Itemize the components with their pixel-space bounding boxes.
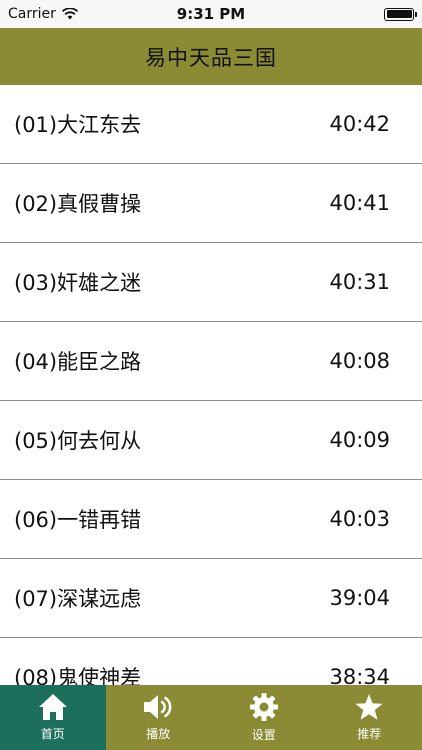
list-item[interactable]: (05)何去何从 40:09 [0, 401, 422, 480]
list-item[interactable]: (08)鬼使神差 38:34 [0, 638, 422, 685]
star-icon [355, 694, 383, 720]
wifi-icon [61, 8, 78, 20]
episode-duration: 39:04 [329, 586, 390, 610]
carrier-label: Carrier [8, 6, 56, 22]
speaker-icon [144, 695, 172, 719]
episode-title: (07)深谋远虑 [14, 587, 142, 611]
gear-icon [249, 693, 278, 721]
episode-title: (02)真假曹操 [14, 192, 142, 216]
list-item[interactable]: (04)能臣之路 40:08 [0, 322, 422, 401]
episode-duration: 40:03 [329, 507, 390, 531]
tab-label: 首页 [40, 727, 65, 741]
episode-title: (05)何去何从 [14, 429, 142, 453]
tab-home[interactable]: 首页 [0, 685, 106, 750]
status-bar: Carrier 9:31 PM [0, 0, 422, 28]
nav-bar: 易中天品三国 [0, 28, 422, 85]
episode-title: (08)鬼使神差 [14, 666, 142, 685]
list-item[interactable]: (03)奸雄之迷 40:31 [0, 243, 422, 322]
episode-duration: 40:09 [329, 428, 390, 452]
episode-title: (03)奸雄之迷 [14, 271, 142, 295]
episode-duration: 40:42 [329, 112, 390, 136]
tab-play[interactable]: 播放 [106, 685, 212, 750]
episode-title: (04)能臣之路 [14, 350, 142, 374]
episode-duration: 38:34 [329, 665, 390, 685]
list-item[interactable]: (06)一错再错 40:03 [0, 480, 422, 559]
episode-list: (01)大江东去 40:42 (02)真假曹操 40:41 (03)奸雄之迷 4… [0, 85, 422, 685]
tab-label: 推荐 [357, 727, 382, 741]
battery-icon [384, 7, 417, 21]
episode-title: (06)一错再错 [14, 508, 142, 532]
tab-label: 播放 [146, 727, 171, 741]
list-item[interactable]: (01)大江东去 40:42 [0, 85, 422, 164]
list-item[interactable]: (07)深谋远虑 39:04 [0, 559, 422, 638]
tab-label: 设置 [251, 728, 276, 742]
page-title: 易中天品三国 [145, 45, 277, 70]
tab-recommend[interactable]: 推荐 [317, 685, 422, 750]
tab-bar: 首页 播放 设置 推荐 [0, 685, 422, 750]
status-left: Carrier [8, 6, 78, 22]
episode-duration: 40:41 [329, 191, 390, 215]
home-icon [38, 694, 67, 720]
episode-title: (01)大江东去 [14, 113, 142, 137]
tab-settings[interactable]: 设置 [211, 685, 317, 750]
episode-duration: 40:31 [329, 270, 390, 294]
episode-duration: 40:08 [329, 349, 390, 373]
list-item[interactable]: (02)真假曹操 40:41 [0, 164, 422, 243]
